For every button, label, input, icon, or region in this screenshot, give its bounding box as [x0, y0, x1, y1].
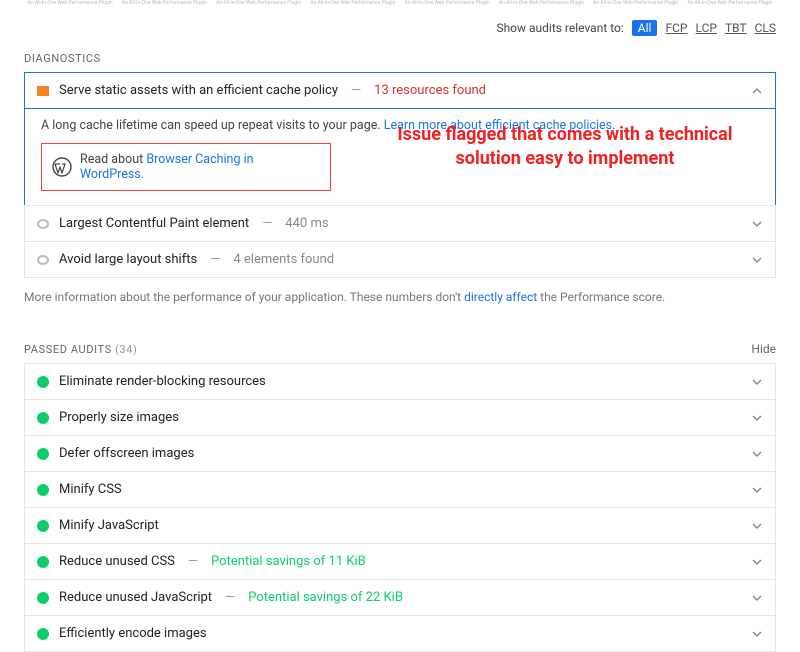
- passed-audits-list: Eliminate render-blocking resources Prop…: [0, 363, 800, 652]
- status-neutral-icon: [37, 255, 49, 265]
- chevron-down-icon[interactable]: [751, 448, 763, 460]
- status-pass-icon: [37, 520, 49, 532]
- dash: —: [351, 83, 361, 98]
- filter-fcp[interactable]: FCP: [665, 21, 687, 35]
- audit-detail: 13 resources found: [374, 83, 486, 98]
- filter-lcp[interactable]: LCP: [695, 21, 716, 35]
- audit-title: Minify CSS: [59, 482, 122, 497]
- passed-audits-header[interactable]: PASSED AUDITS (34) Hide: [0, 314, 800, 364]
- status-pass-icon: [37, 484, 49, 496]
- filter-tbt[interactable]: TBT: [725, 21, 747, 35]
- status-pass-icon: [37, 628, 49, 640]
- audit-filter-row: Show audits relevant to: All FCP LCP TBT…: [0, 10, 800, 42]
- audit-detail: Potential savings of 11 KiB: [211, 554, 366, 569]
- audit-expanded-body: A long cache lifetime can speed up repea…: [24, 108, 776, 206]
- learn-more-link[interactable]: Learn more about efficient cache policie…: [384, 118, 612, 133]
- audit-detail: 440 ms: [285, 216, 328, 231]
- diagnostics-heading: DIAGNOSTICS: [0, 42, 800, 73]
- chevron-down-icon[interactable]: [751, 254, 763, 266]
- chevron-down-icon[interactable]: [751, 628, 763, 640]
- audit-unused-css[interactable]: Reduce unused CSS — Potential savings of…: [24, 543, 776, 580]
- filter-label: Show audits relevant to:: [496, 21, 623, 35]
- audit-defer-offscreen[interactable]: Defer offscreen images: [24, 435, 776, 472]
- filter-all[interactable]: All: [632, 20, 658, 36]
- chevron-down-icon[interactable]: [751, 556, 763, 568]
- audit-cache-policy[interactable]: Serve static assets with an efficient ca…: [24, 72, 776, 109]
- dash: —: [262, 216, 272, 231]
- chevron-down-icon[interactable]: [751, 218, 763, 230]
- audit-lcp-element[interactable]: Largest Contentful Paint element — 440 m…: [24, 205, 776, 242]
- chevron-down-icon[interactable]: [751, 412, 763, 424]
- audit-layout-shifts[interactable]: Avoid large layout shifts — 4 elements f…: [24, 241, 776, 278]
- audit-title: Avoid large layout shifts: [59, 252, 197, 267]
- filter-cls[interactable]: CLS: [755, 21, 776, 35]
- chevron-down-icon[interactable]: [751, 592, 763, 604]
- audit-title: Largest Contentful Paint element: [59, 216, 249, 231]
- screenshot-strip: An All-In-One Web Performance PluginAn A…: [0, 0, 800, 10]
- audit-title: Minify JavaScript: [59, 518, 159, 533]
- dash: —: [225, 590, 235, 605]
- audit-description: A long cache lifetime can speed up repea…: [41, 118, 384, 133]
- status-neutral-icon: [37, 219, 49, 229]
- hide-toggle[interactable]: Hide: [751, 342, 776, 356]
- audit-title: Defer offscreen images: [59, 446, 194, 461]
- status-pass-icon: [37, 556, 49, 568]
- audit-encode-images[interactable]: Efficiently encode images: [24, 615, 776, 652]
- audit-minify-js[interactable]: Minify JavaScript: [24, 507, 776, 544]
- diagnostics-list: Serve static assets with an efficient ca…: [0, 72, 800, 278]
- passed-count: (34): [115, 343, 137, 356]
- audit-size-images[interactable]: Properly size images: [24, 399, 776, 436]
- audit-detail: Potential savings of 22 KiB: [248, 590, 403, 605]
- status-pass-icon: [37, 448, 49, 460]
- audit-title: Properly size images: [59, 410, 179, 425]
- status-pass-icon: [37, 376, 49, 388]
- audit-minify-css[interactable]: Minify CSS: [24, 471, 776, 508]
- wordpress-icon: [52, 157, 72, 177]
- audit-title: Reduce unused CSS: [59, 554, 175, 569]
- audit-title: Serve static assets with an efficient ca…: [59, 83, 338, 98]
- passed-title: PASSED AUDITS (34): [24, 343, 137, 356]
- chevron-up-icon[interactable]: [751, 85, 763, 97]
- wordpress-tip-box: Read about Browser Caching in WordPress.: [41, 143, 331, 191]
- audit-title: Reduce unused JavaScript: [59, 590, 212, 605]
- chevron-down-icon[interactable]: [751, 484, 763, 496]
- chevron-down-icon[interactable]: [751, 520, 763, 532]
- diagnostics-footnote: More information about the performance o…: [0, 278, 800, 314]
- chevron-down-icon[interactable]: [751, 376, 763, 388]
- dash: —: [188, 554, 198, 569]
- wp-tip-text: Read about Browser Caching in WordPress.: [80, 152, 320, 182]
- audit-title: Efficiently encode images: [59, 626, 207, 641]
- audit-detail: 4 elements found: [233, 252, 334, 267]
- audit-render-blocking[interactable]: Eliminate render-blocking resources: [24, 363, 776, 400]
- status-pass-icon: [37, 592, 49, 604]
- status-pass-icon: [37, 412, 49, 424]
- audit-unused-js[interactable]: Reduce unused JavaScript — Potential sav…: [24, 579, 776, 616]
- directly-affect-link[interactable]: directly affect: [464, 290, 537, 304]
- dash: —: [210, 252, 220, 267]
- status-warning-icon: [37, 86, 49, 96]
- audit-title: Eliminate render-blocking resources: [59, 374, 266, 389]
